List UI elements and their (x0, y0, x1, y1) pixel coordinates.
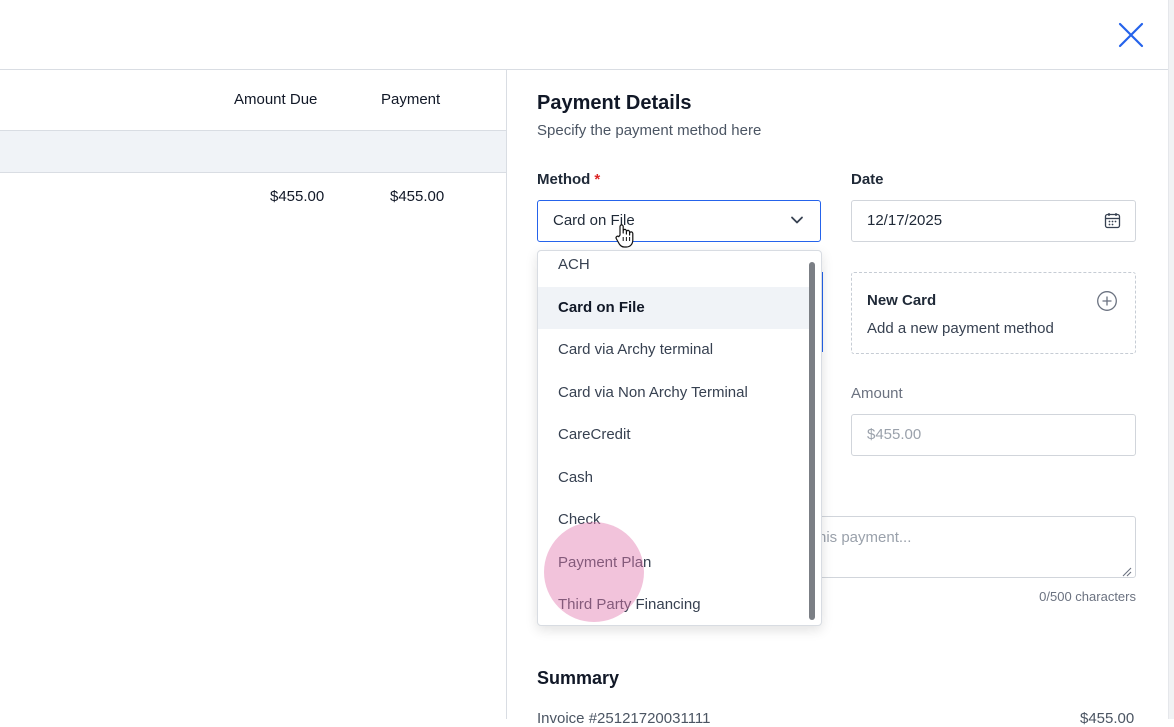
resize-handle-icon[interactable] (1122, 564, 1132, 577)
character-counter: 0/500 characters (1039, 589, 1136, 604)
close-icon[interactable] (1115, 19, 1147, 51)
required-mark: * (594, 171, 601, 188)
plus-circle-icon[interactable] (1096, 290, 1118, 312)
notes-placeholder: his payment... (818, 529, 912, 546)
window-edge (1168, 0, 1174, 719)
option-ach[interactable]: ACH (538, 251, 810, 286)
new-card-title: New Card (867, 292, 937, 309)
option-card-via-archy-terminal[interactable]: Card via Archy terminal (538, 329, 810, 371)
date-label: Date (851, 171, 884, 188)
summary-title: Summary (537, 668, 620, 688)
option-label: Cash (558, 469, 594, 486)
new-card-tile[interactable] (851, 272, 1136, 354)
calendar-icon[interactable] (1104, 212, 1121, 229)
date-value: 12/17/2025 (867, 212, 943, 229)
new-card-subtitle: Add a new payment method (867, 320, 1054, 337)
hand-cursor-icon (614, 223, 636, 249)
option-label: Card via Archy terminal (558, 341, 714, 358)
option-label: Card on File (558, 299, 645, 316)
column-header-payment[interactable]: Payment (381, 91, 440, 108)
amount-label: Amount (851, 385, 903, 402)
option-label: ACH (558, 256, 590, 273)
option-card-via-non-archy-terminal[interactable]: Card via Non Archy Terminal (538, 372, 810, 414)
method-label-text: Method (537, 171, 591, 188)
chevron-down-icon[interactable] (789, 212, 805, 228)
payment-details-title: Payment Details (537, 92, 692, 114)
click-indicator (544, 522, 644, 622)
column-header-amount-due[interactable]: Amount Due (234, 91, 317, 108)
method-label: Method * (537, 171, 600, 188)
dropdown-scrollbar[interactable] (809, 262, 815, 620)
amount-due-cell: $455.00 (270, 188, 325, 205)
option-carecredit[interactable]: CareCredit (538, 414, 810, 456)
top-bar (0, 0, 1168, 70)
amount-placeholder: $455.00 (867, 426, 922, 443)
option-label: CareCredit (558, 426, 631, 443)
payment-details-subtitle: Specify the payment method here (537, 122, 762, 139)
payment-cell: $455.00 (390, 188, 445, 205)
table-group-row (0, 130, 506, 173)
option-label: Card via Non Archy Terminal (558, 384, 748, 401)
option-cash[interactable]: Cash (538, 457, 810, 499)
option-card-on-file[interactable]: Card on File (538, 287, 810, 329)
